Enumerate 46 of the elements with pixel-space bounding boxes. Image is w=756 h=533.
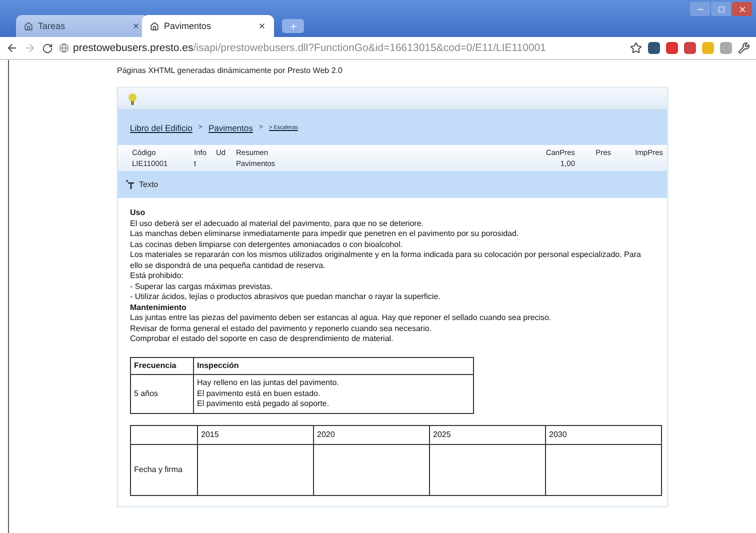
back-icon[interactable] xyxy=(6,42,18,54)
column-header: 2015 xyxy=(198,425,314,444)
table-cell: Hay relleno en las juntas del pavimento. El pavimento está en buen estado. El pavimento está pegado al soporte. xyxy=(194,374,474,413)
text-line: Comprobar el estado del soporte en caso de desprendimiento de material. xyxy=(130,334,394,344)
text-line: Las cocinas deben limpiarse con detergentes amoniacados o con bioalcohol. xyxy=(130,240,404,250)
globe-icon xyxy=(59,43,69,53)
text-line: Está prohibido: xyxy=(130,271,184,282)
column-header: 2020 xyxy=(314,425,430,444)
bulb-icon[interactable] xyxy=(128,92,137,104)
column-header: Frecuencia xyxy=(130,357,194,374)
wrench-icon[interactable] xyxy=(738,42,750,54)
browser-tab[interactable]: Pavimentos xyxy=(142,15,274,37)
extension-icon[interactable] xyxy=(648,42,660,54)
text-line: - Utilizar ácidos, lejías o productos abrasivos que puedan manchar o rayar la superficie. xyxy=(130,292,442,302)
section-label: Texto xyxy=(139,180,158,189)
breadcrumb-link[interactable]: Libro del Edificio xyxy=(130,122,192,132)
text-line: - Superar las cargas máximas previstas. xyxy=(130,282,274,292)
column-header: Inspección xyxy=(194,357,474,374)
plus-icon xyxy=(288,22,298,30)
star-icon[interactable] xyxy=(630,42,642,54)
section-heading: Uso xyxy=(130,208,146,218)
breadcrumb-link[interactable]: Pavimentos xyxy=(208,122,253,132)
close-icon xyxy=(738,4,746,14)
close-button[interactable] xyxy=(732,2,752,16)
page-header: Páginas XHTML generadas dinámicamente por Presto Web 2.0 xyxy=(117,66,344,75)
column-header: 2030 xyxy=(546,425,662,444)
maximize-icon xyxy=(718,6,724,12)
close-icon[interactable] xyxy=(258,22,266,30)
text-line: Los materiales se repararán con los mismos utilizados originalmente y en la forma indicada para su colocación por personal especializado. Para ello se dispondrá de una pequeña cantidad de reserva. xyxy=(130,250,642,271)
text-line: Revisar de forma general el estado del pavimento y reponerlo cuando sea necesario. xyxy=(130,324,433,334)
extension-icon[interactable] xyxy=(684,42,696,54)
text-line: Las manchas deben eliminarse inmediatamente para impedir que penetren en el pavimento por su porosidad. xyxy=(130,229,520,240)
table-cell: Fecha y firma xyxy=(130,444,198,496)
close-icon[interactable] xyxy=(132,22,140,30)
section-heading: Mantenimiento xyxy=(130,302,188,313)
page-icon xyxy=(24,22,33,30)
new-tab-button[interactable] xyxy=(282,19,304,33)
text-line: Las juntas entre las piezas del pavimento deben ser estancas al agua. Hay que reponer el sellado cuando sea preciso. xyxy=(130,313,552,324)
address-bar[interactable]: prestowebusers.presto.es/isapi/prestowebusers.dll?FunctionGo&id=16613015&cod=0/E11/LIE110001 xyxy=(59,40,624,56)
text-icon xyxy=(126,180,135,189)
table-cell: 5 años xyxy=(130,374,194,413)
text-line: El uso deberá ser el adecuado al material del pavimento, para que no se deteriore. xyxy=(130,218,425,229)
page-icon xyxy=(150,22,159,30)
reload-icon[interactable] xyxy=(42,42,53,54)
extension-icon[interactable] xyxy=(666,42,678,54)
column-header: 2025 xyxy=(430,425,546,444)
